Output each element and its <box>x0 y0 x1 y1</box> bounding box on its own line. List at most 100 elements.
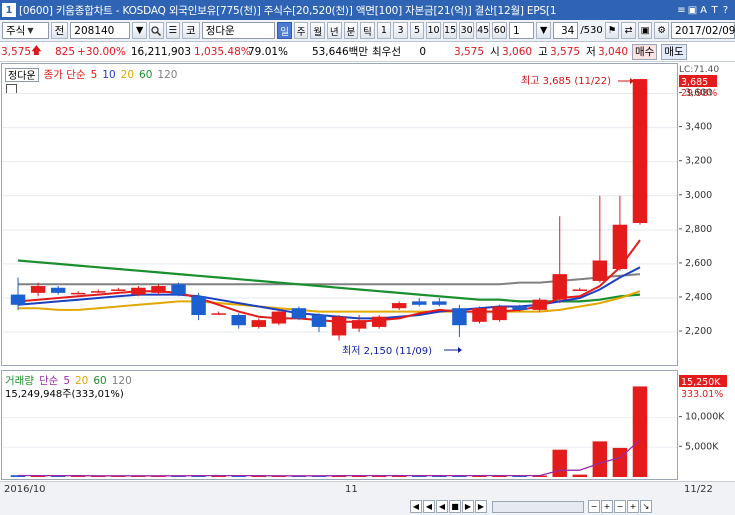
high-annotation: 최고 3,685 (11/22) <box>521 75 611 87</box>
floppy-icon: ▣ <box>640 25 650 36</box>
stock-name-field[interactable]: 정다운 <box>201 22 276 39</box>
stock-name-value: 정다운 <box>205 25 235 37</box>
price-axis: LC:71.40 3,685 29.98% 2,200 2,400 2,600 2,8… <box>679 63 735 366</box>
last-volume-tag-text: 15,250K <box>681 377 721 388</box>
nav-prev-page-button[interactable]: ◀ <box>423 500 435 513</box>
interval-30-button[interactable]: 30 <box>459 22 474 39</box>
interval-10-button[interactable]: 10 <box>426 22 441 39</box>
last-price-tag-text: 3,685 <box>681 77 708 88</box>
candle-body <box>50 287 66 293</box>
nav-first-button[interactable]: ◀ <box>410 500 422 513</box>
candle-body <box>111 289 126 291</box>
tool-icon[interactable]: T <box>709 5 720 16</box>
ma60-line <box>17 259 641 303</box>
fit-button[interactable]: ↘ <box>640 500 652 513</box>
menu-icon[interactable]: ≡ <box>676 5 687 16</box>
period-tick-button[interactable]: 틱 <box>360 22 375 39</box>
type-select[interactable]: 주식 ▼ <box>2 22 49 39</box>
window-number[interactable]: 1 <box>2 3 16 17</box>
interval-60-button[interactable]: 60 <box>492 22 508 39</box>
interval-dropdown[interactable]: ▼ <box>536 22 551 39</box>
interval-1-button[interactable]: 1 <box>376 22 392 39</box>
volume-chart-pane[interactable]: 거래량 단순 5 20 60 120 15,249,948주(333,01%) <box>1 370 678 480</box>
save-chart-button[interactable]: ▣ <box>637 22 653 39</box>
code-dropdown-button[interactable]: ▼ <box>132 22 147 39</box>
type-select-value: 주식 <box>6 25 26 37</box>
chart-scrollbar[interactable] <box>492 500 584 513</box>
search-button[interactable] <box>148 22 164 39</box>
help-icon[interactable]: ? <box>720 5 731 16</box>
date-input[interactable]: 2017/02/09 <box>670 22 735 39</box>
volume-axis-svg: 15,250K 333.01% 5,000K 10,000K <box>679 375 727 452</box>
prev-page-icon: ◀ <box>425 502 433 511</box>
vol-ma5-legend: 5 <box>63 374 70 387</box>
buy-button[interactable]: 매수 <box>632 43 658 60</box>
price-tick-label: 3,000 <box>685 190 712 201</box>
nav-stop-button[interactable]: ■ <box>449 500 461 513</box>
sell-button[interactable]: 매도 <box>661 43 687 60</box>
market-button[interactable]: 코 <box>182 22 200 39</box>
date-label-mid: 11 <box>345 484 358 495</box>
period-month-button[interactable]: 월 <box>310 22 325 39</box>
high-price: 3,575 <box>550 45 581 58</box>
volume-bars <box>10 386 648 477</box>
best-price-value: 0 <box>419 45 426 58</box>
period-minute-button[interactable]: 분 <box>343 22 359 39</box>
title-icons: ≡ ▣ A T ? <box>676 5 731 16</box>
nav-prev-button[interactable]: ◀ <box>436 500 448 513</box>
candle-body <box>171 284 186 295</box>
save-icon[interactable]: ▣ <box>687 5 698 16</box>
price-axis-svg: LC:71.40 3,685 29.98% 2,2002,4002,6002,8… <box>679 65 719 337</box>
prefix-button[interactable]: 전 <box>50 22 69 39</box>
price-chart-pane[interactable]: 정다운 종가 단순 5 10 20 60 120 최고 3,685 (11/22… <box>1 63 678 366</box>
candle-body <box>452 308 467 326</box>
candle-body <box>151 286 166 293</box>
zoom-plus-button[interactable]: + <box>627 500 639 513</box>
volume-rate: 1,035.48% <box>194 45 251 58</box>
stock-code-input[interactable]: 208140 <box>70 22 131 39</box>
chevron-down-icon: ▼ <box>27 26 34 35</box>
volume-gridlines <box>2 417 677 448</box>
nav-next-page-button[interactable]: ▶ <box>475 500 487 513</box>
page-counter-input[interactable]: 34 <box>552 22 579 39</box>
link-button[interactable]: ⇄ <box>621 22 636 39</box>
interval-45-button[interactable]: 45 <box>475 22 491 39</box>
date-value: 2017/02/09 <box>674 24 735 37</box>
interval-value: 1 <box>513 24 520 37</box>
candle-body <box>131 287 146 295</box>
price-axis-ticks: 2,200 2,400 2,600 2,800 3,000 3,200 3,400 3,600 <box>679 88 712 337</box>
ma20-legend: 20 <box>120 68 135 81</box>
period-day-button[interactable]: 일 <box>277 22 292 39</box>
period-year-button[interactable]: 년 <box>327 22 342 39</box>
settings-button[interactable]: ⚙ <box>654 22 669 39</box>
interval-input[interactable]: 1 <box>509 22 535 39</box>
interval-3-button[interactable]: 3 <box>393 22 408 39</box>
zoom-out-button[interactable]: − <box>588 500 600 513</box>
volume-legend-label: 거래량 <box>5 375 34 387</box>
minus-icon: − <box>590 502 598 511</box>
interval-15-button[interactable]: 15 <box>442 22 458 39</box>
date-axis: 2016/10 11 11/22 <box>0 481 735 497</box>
flag-button[interactable]: ⚑ <box>604 22 620 39</box>
candle-body <box>472 308 487 322</box>
period-week-button[interactable]: 주 <box>293 22 309 39</box>
candle-body <box>552 274 567 300</box>
stock-name-tag[interactable]: 정다운 <box>5 67 39 82</box>
interval-5-button[interactable]: 5 <box>409 22 425 39</box>
candle-body <box>391 303 407 309</box>
zoom-in-button[interactable]: + <box>601 500 613 513</box>
plus-icon: + <box>629 502 637 511</box>
zoom-minus-button[interactable]: − <box>614 500 626 513</box>
minus-icon: − <box>616 502 624 511</box>
page-total: /530 <box>580 25 603 36</box>
low-price: 3,040 <box>598 45 629 58</box>
toolbar: 주식 ▼ 전 208140 ▼ ☰ 코 정다운 일 주 월 년 분 틱 1 3 5… <box>0 20 735 42</box>
list-button[interactable]: ☰ <box>165 22 181 39</box>
flag-icon: ⚑ <box>607 25 617 36</box>
volume-legend: 거래량 단순 5 20 60 120 <box>5 373 132 388</box>
font-icon[interactable]: A <box>698 5 709 16</box>
nav-next-button[interactable]: ▶ <box>462 500 474 513</box>
candle-body <box>371 316 387 327</box>
candle-body <box>572 289 588 291</box>
